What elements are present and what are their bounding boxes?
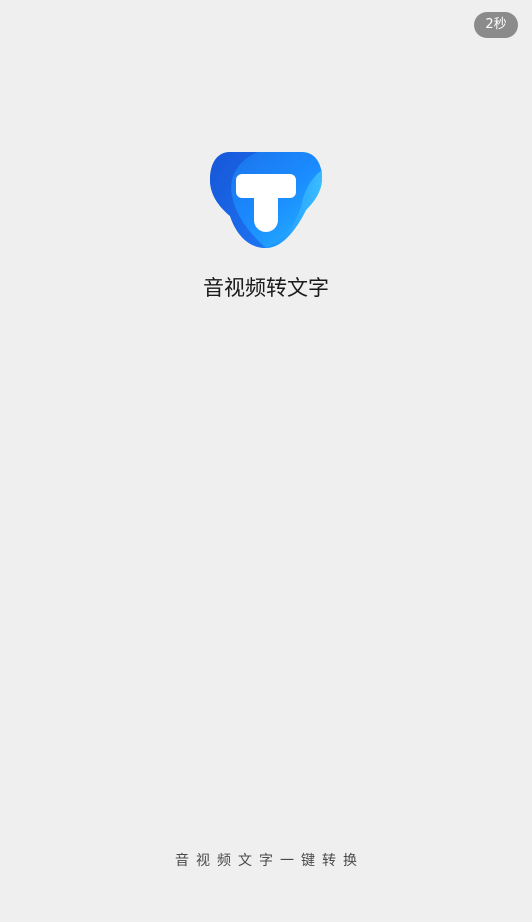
app-slogan: 音视频文字一键转换 xyxy=(175,853,364,869)
app-logo-icon xyxy=(210,150,322,250)
splash-screen: 2秒 音视频转文字 音视频文字一键转换 xyxy=(0,0,532,922)
skip-countdown-button[interactable]: 2秒 xyxy=(474,12,518,38)
app-name-title: 音视频转文字 xyxy=(203,276,329,300)
